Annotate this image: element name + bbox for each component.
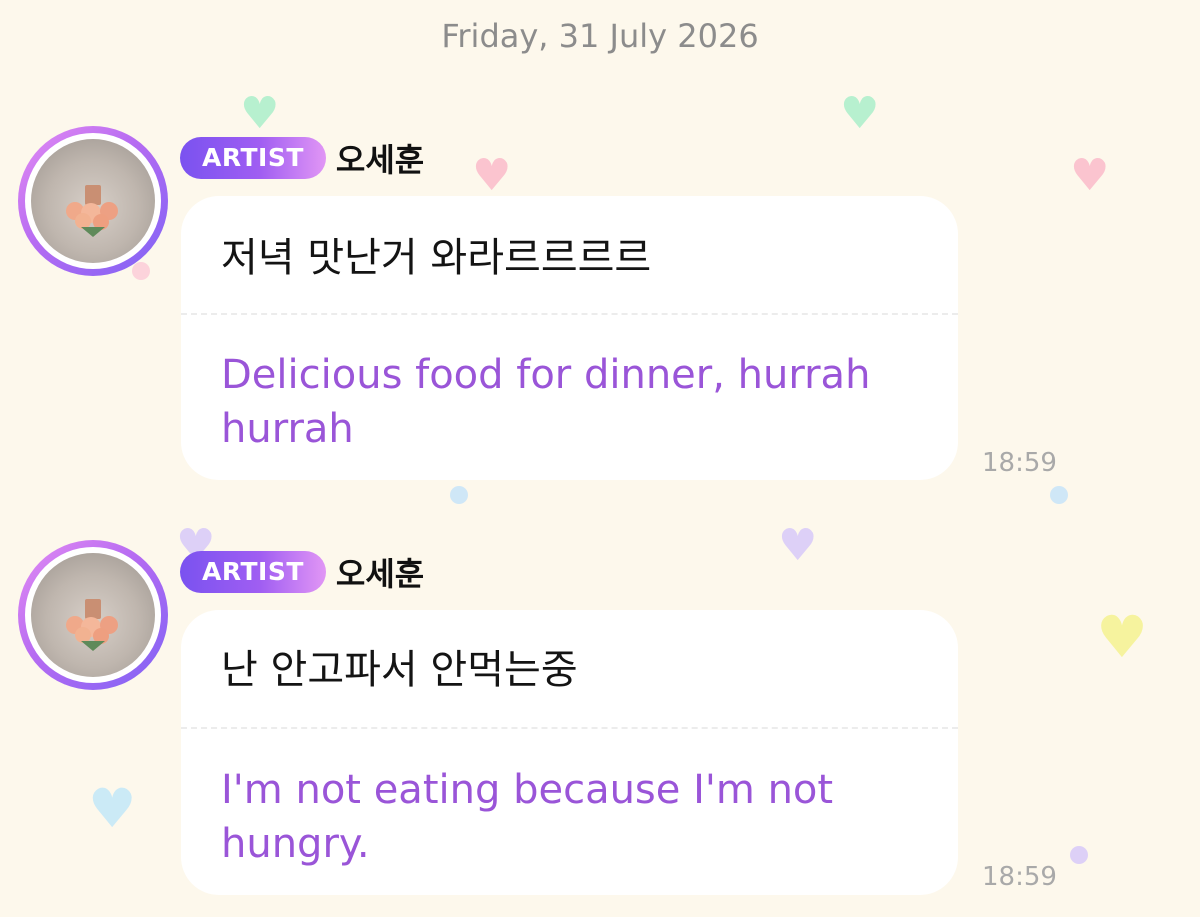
heart-icon: ♥	[240, 88, 280, 139]
artist-badge: ARTIST	[180, 551, 326, 593]
message-timestamp: 18:59	[982, 862, 1057, 892]
avatar-photo	[31, 553, 155, 677]
decorative-dot	[1050, 486, 1068, 504]
decorative-dot	[132, 262, 150, 280]
message-timestamp: 18:59	[982, 448, 1057, 478]
message-bubble[interactable]: 난 안고파서 안먹는중 I'm not eating because I'm n…	[181, 610, 958, 895]
message-original-text: 저녁 맛난거 와라르르르르	[221, 235, 652, 281]
heart-icon: ♥	[778, 520, 818, 571]
heart-icon: ♥	[840, 88, 880, 139]
message-bubble[interactable]: 저녁 맛난거 와라르르르르 Delicious food for dinner,…	[181, 196, 958, 480]
bubble-divider	[181, 313, 958, 315]
sender-name[interactable]: 오세훈	[336, 549, 424, 595]
sender-row: ARTIST 오세훈	[180, 549, 424, 595]
heart-icon: ♥	[1070, 150, 1110, 201]
message-original-text: 난 안고파서 안먹는중	[221, 647, 578, 693]
avatar[interactable]	[18, 126, 168, 276]
bubble-divider	[181, 727, 958, 729]
bouquet-icon	[66, 599, 118, 651]
message-translation-text: Delicious food for dinner, hurrah hurrah	[221, 352, 871, 452]
sender-row: ARTIST 오세훈	[180, 135, 424, 181]
heart-icon: ♥	[472, 150, 512, 201]
message-translation-text: I'm not eating because I'm not hungry.	[221, 767, 834, 867]
heart-icon: ♥	[1096, 603, 1148, 671]
sender-name[interactable]: 오세훈	[336, 135, 424, 181]
artist-badge: ARTIST	[180, 137, 326, 179]
bouquet-icon	[66, 185, 118, 237]
heart-icon: ♥	[88, 777, 137, 840]
date-header: Friday, 31 July 2026	[441, 17, 759, 55]
avatar-photo	[31, 139, 155, 263]
decorative-dot	[1070, 846, 1088, 864]
decorative-dot	[450, 486, 468, 504]
avatar[interactable]	[18, 540, 168, 690]
